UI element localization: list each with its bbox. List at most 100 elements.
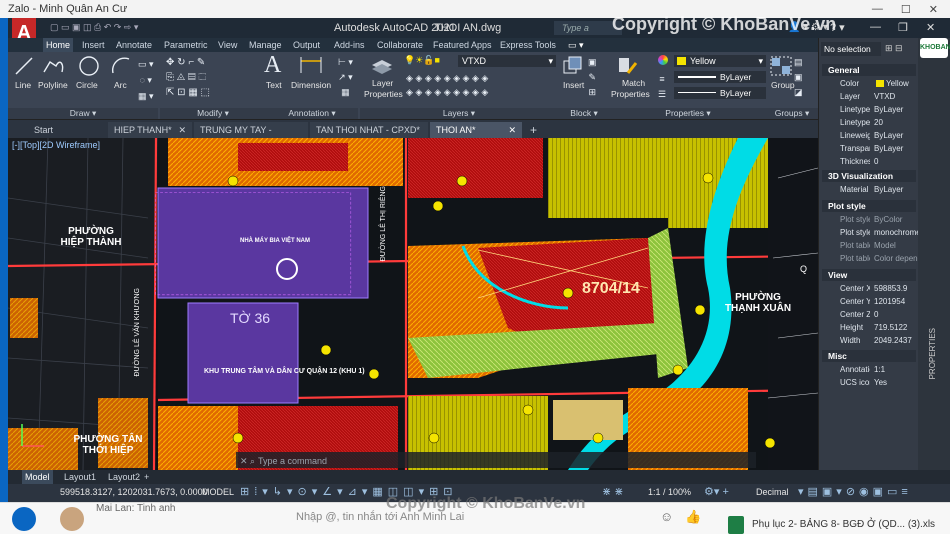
prop-row[interactable]: Center Z0	[822, 308, 916, 321]
color-wheel-icon[interactable]	[658, 55, 668, 65]
prop-row[interactable]: Layer VTXD	[822, 90, 916, 103]
layer-properties-icon[interactable]	[370, 55, 394, 75]
autocad-close-icon[interactable]: ✕	[926, 21, 935, 34]
tab-hiep-thanh[interactable]: HIEP THANH* ✕	[108, 122, 192, 138]
viewport-controls[interactable]: [-][Top][2D Wireframe]	[12, 140, 100, 150]
settings-icon[interactable]	[12, 507, 36, 531]
properties-label[interactable]: Properties	[611, 89, 650, 99]
layers-panel-label[interactable]: Layers ▾	[360, 108, 558, 119]
status-tools-icons[interactable]: ▾▤▣▾⊘◉▣▭≡	[798, 485, 912, 498]
layer-properties-sublabel[interactable]: Properties	[364, 89, 403, 99]
tab-layout1[interactable]: Layout1	[64, 470, 96, 484]
text-tool-label[interactable]: Text	[266, 80, 282, 90]
annotation-visibility-icon[interactable]: ⋇ ⋇	[602, 485, 624, 498]
dimension-tool-label[interactable]: Dimension	[291, 80, 331, 90]
group-extra-icons[interactable]: ▤ ▣ ◪	[794, 55, 803, 100]
tab-manage[interactable]: Manage	[249, 38, 282, 52]
groups-panel-label[interactable]: Groups ▾	[766, 108, 818, 119]
annotation-panel-label[interactable]: Annotation ▾	[266, 108, 358, 119]
draw-extra-icons[interactable]: ▭ ▾ ◌ ▾ ▦ ▾	[138, 56, 154, 104]
prop-row[interactable]: TransparencyByLayer	[822, 142, 916, 155]
text-icon[interactable]: A	[264, 52, 281, 79]
prop-row[interactable]: Width 2049.2437	[822, 334, 916, 347]
autocad-restore-icon[interactable]: ❐	[898, 21, 908, 34]
maximize-icon[interactable]: ☐	[901, 3, 911, 16]
tab-featured-apps[interactable]: Featured Apps	[433, 38, 492, 52]
circle-icon[interactable]	[78, 55, 100, 77]
tab-view[interactable]: View	[218, 38, 237, 52]
line-icon[interactable]	[14, 56, 34, 76]
tab-thoi-an[interactable]: THOI AN* ✕	[430, 122, 522, 138]
modify-tool-icons[interactable]: ✥ ↻ ⌐ ✎ ⎘ ◬ ▤ ⬚ ⇱ ⊡ ▦ ⬚	[166, 55, 246, 100]
prop-row[interactable]: UCS icon OnYes	[822, 376, 916, 389]
prop-row[interactable]: Thickness0	[822, 155, 916, 168]
ribbon-toggle-icon[interactable]: ▭ ▾	[568, 38, 584, 52]
tab-tan-thoi-nhat[interactable]: TAN THOI NHAT - CPXD*✕	[310, 122, 428, 151]
layer-state-icons[interactable]: 💡☀🔓■	[404, 55, 440, 66]
section-misc[interactable]: Misc	[822, 350, 916, 362]
quick-access-toolbar[interactable]: ▢ ▭ ▣ ◫ ⎙ ↶ ↷ ⇨ ▾	[50, 22, 138, 33]
layer-dropdown[interactable]: VTXD ▾	[458, 55, 556, 67]
prop-row[interactable]: Height 719.5122	[822, 321, 916, 334]
add-layout-icon[interactable]: +	[144, 470, 149, 484]
tab-start[interactable]: Start	[28, 122, 59, 138]
block-panel-label[interactable]: Block ▾	[558, 108, 610, 119]
insert-block-icon[interactable]	[562, 55, 582, 75]
tab-add-ins[interactable]: Add-ins	[334, 38, 365, 52]
selection-dropdown[interactable]: No selection	[821, 42, 881, 56]
lineweight-dropdown[interactable]: ByLayer	[674, 71, 766, 83]
minimize-icon[interactable]: —	[872, 3, 883, 16]
prop-row[interactable]: Plot style tablemonochrome	[822, 226, 918, 239]
tab-express-tools[interactable]: Express Tools	[500, 38, 556, 52]
prop-row[interactable]: Plot style ByColor	[822, 213, 916, 226]
properties-side-label[interactable]: PROPERTIES	[928, 328, 937, 379]
modify-panel-label[interactable]: Modify ▾	[160, 108, 266, 119]
command-line[interactable]: ✕ ⌕ Type a command	[236, 454, 756, 468]
section-3d-visualization[interactable]: 3D Visualization	[822, 170, 916, 182]
prop-row[interactable]: Linetype scale20	[822, 116, 916, 129]
tab-trung-my-tay[interactable]: TRUNG MY TAY - CPXD*✕	[194, 122, 308, 151]
group-label[interactable]: Group	[771, 80, 795, 90]
prop-row[interactable]: Center Y 1201954	[822, 295, 916, 308]
thumbs-up-icon[interactable]: 👍	[685, 509, 701, 525]
model-space-toggle[interactable]: MODEL	[202, 487, 234, 497]
circle-tool-label[interactable]: Circle	[76, 80, 98, 90]
drawing-canvas[interactable]: [-][Top][2D Wireframe] PHƯỜNG HIỆP THÀNH…	[8, 138, 818, 470]
tab-layout2[interactable]: Layout2	[108, 470, 140, 484]
prop-row[interactable]: Plot table typeColor dependent	[822, 252, 918, 265]
polyline-tool-label[interactable]: Polyline	[38, 80, 68, 90]
autocad-minimize-icon[interactable]: —	[870, 21, 881, 33]
layer-tool-icons[interactable]: ◈ ◈ ◈ ◈ ◈ ◈ ◈ ◈ ◈ ◈ ◈ ◈ ◈ ◈ ◈ ◈ ◈ ◈	[406, 71, 556, 99]
coordinates-readout[interactable]: 599518.3127, 1202031.7673, 0.0000	[60, 487, 208, 497]
section-plot-style[interactable]: Plot style	[822, 200, 916, 212]
tab-annotate[interactable]: Annotate	[116, 38, 152, 52]
prop-row[interactable]: Plot table attached toModel	[822, 239, 916, 252]
new-tab-icon[interactable]: +	[524, 122, 543, 138]
prop-row[interactable]: Color Yellow	[822, 77, 916, 90]
tab-model[interactable]: Model	[22, 470, 53, 484]
color-dropdown[interactable]: Yellow ▾	[674, 55, 766, 67]
prop-row[interactable]: Annotation scale1:1	[822, 363, 916, 376]
properties-extra-icons[interactable]: ≡ ☰	[658, 72, 666, 102]
units-dropdown[interactable]: Decimal	[756, 487, 789, 497]
line-tool-label[interactable]: Line	[15, 80, 31, 90]
layer-properties-label[interactable]: Layer	[372, 78, 393, 88]
linetype-dropdown[interactable]: ByLayer	[674, 87, 766, 99]
dimension-icon[interactable]	[299, 55, 323, 75]
polyline-icon[interactable]	[42, 56, 64, 76]
draw-panel-label[interactable]: Draw ▾	[8, 108, 158, 119]
tab-home[interactable]: Home	[43, 38, 74, 52]
insert-label[interactable]: Insert	[563, 80, 584, 90]
prop-row[interactable]: LineweightByLayer	[822, 129, 916, 142]
match-label[interactable]: Match	[622, 78, 645, 88]
workspace-icon[interactable]: ⚙▾ +	[704, 485, 729, 498]
quick-select-icon[interactable]: ⊞ ⊟	[885, 43, 903, 54]
prop-row[interactable]: Material ByLayer	[822, 183, 916, 196]
attachment-file-name[interactable]: Phụ lục 2- BẢNG 8- BGĐ Ở (QD... (3).xls	[752, 519, 935, 530]
annotation-extra-icons[interactable]: ⊢ ▾ ↗ ▾ ▦	[338, 55, 353, 100]
properties-panel-label[interactable]: Properties ▾	[610, 108, 766, 119]
prop-row[interactable]: Center X 598853.9	[822, 282, 916, 295]
tab-insert[interactable]: Insert	[82, 38, 105, 52]
tab-parametric[interactable]: Parametric	[164, 38, 208, 52]
arc-icon[interactable]	[110, 55, 132, 77]
